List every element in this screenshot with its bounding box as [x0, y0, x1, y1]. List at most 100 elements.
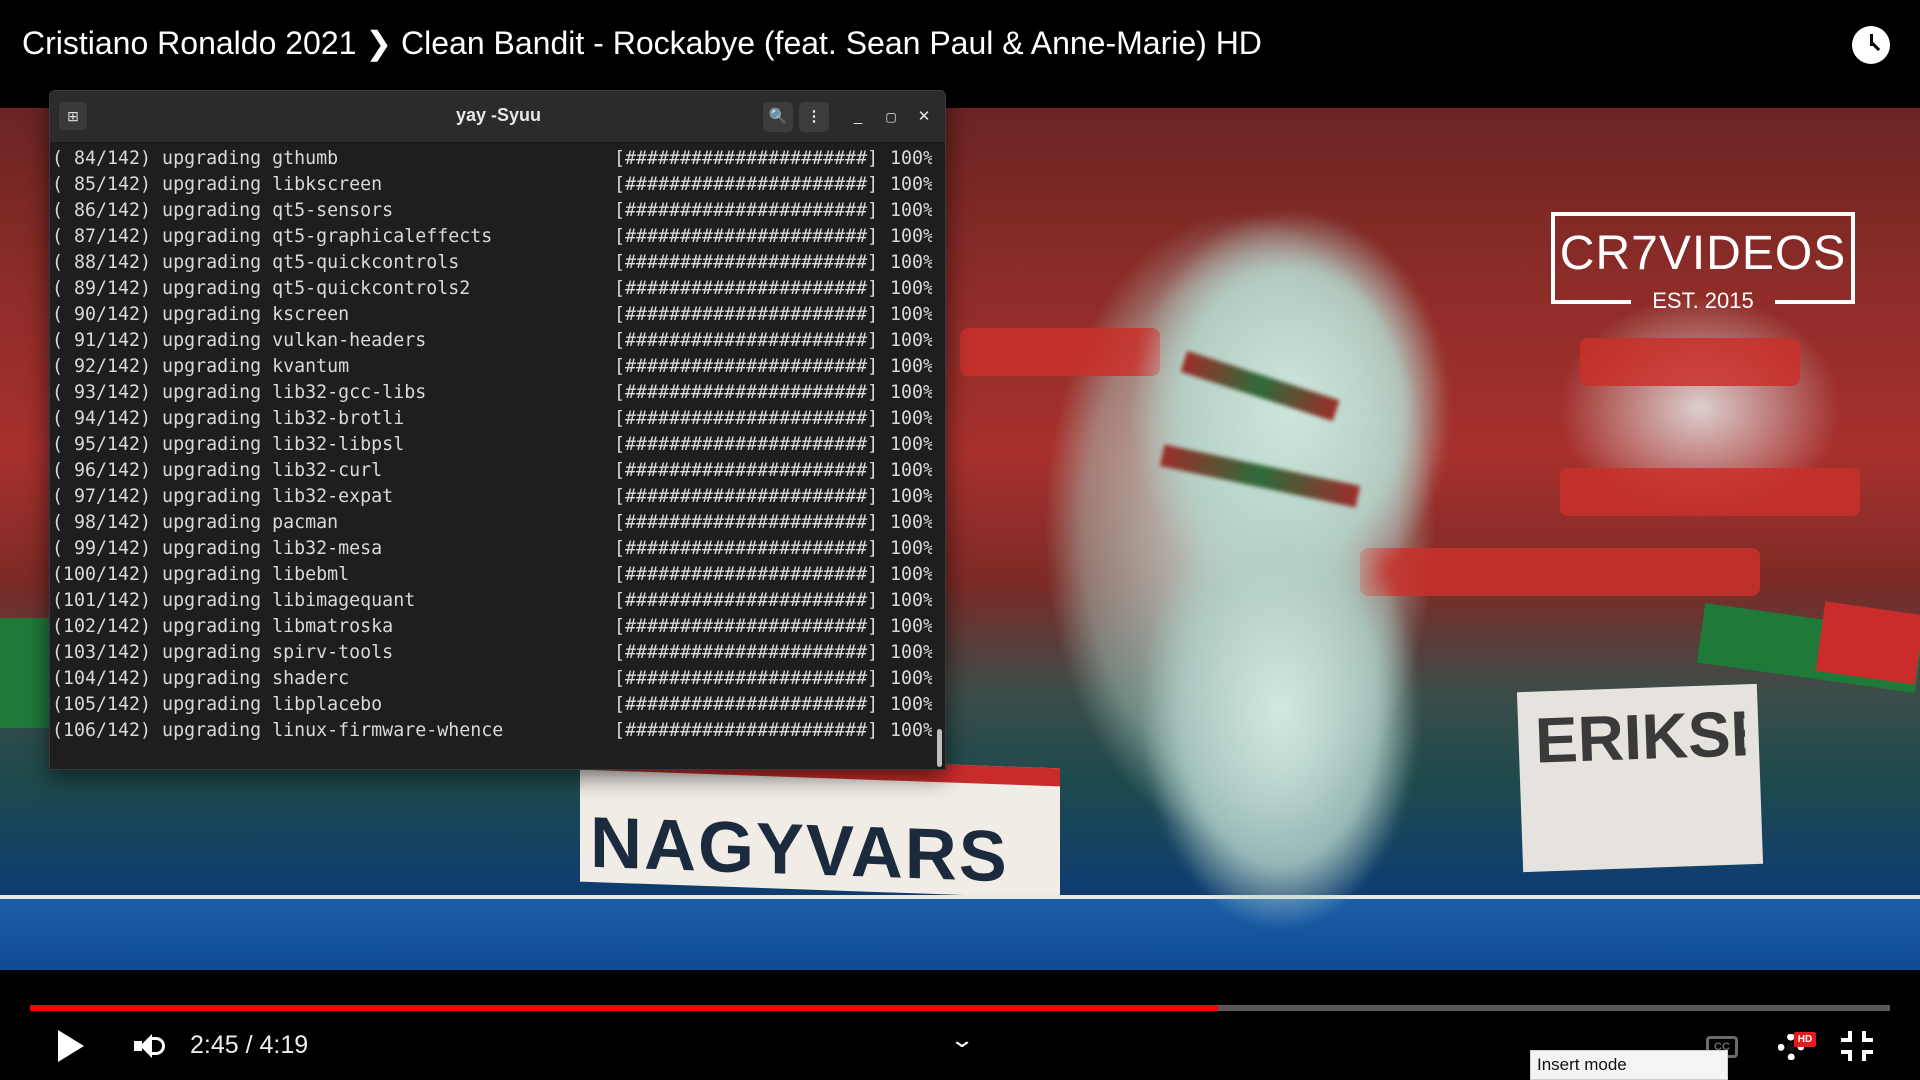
seek-bar-played [30, 1005, 1218, 1011]
terminal-line: ( 97/142) upgrading lib32-expat [########… [52, 484, 932, 510]
progress-bar-text: [######################] [614, 590, 879, 611]
terminal-line: ( 87/142) upgrading qt5-graphicaleffects… [52, 224, 932, 250]
ad-board [0, 895, 1920, 970]
package-status: ( 96/142) upgrading lib32-curl [52, 460, 383, 481]
progress-bar-text: [######################] [614, 382, 879, 403]
progress-percent: 100% [890, 590, 932, 611]
terminal-line: ( 94/142) upgrading lib32-brotli [#######… [52, 406, 932, 432]
progress-bar-text: [######################] [614, 486, 879, 507]
terminal-line: ( 96/142) upgrading lib32-curl [#########… [52, 458, 932, 484]
exit-fullscreen-icon[interactable] [1841, 1031, 1873, 1061]
terminal-output[interactable]: ( 84/142) upgrading gthumb [#############… [52, 146, 932, 764]
package-status: ( 99/142) upgrading lib32-mesa [52, 538, 383, 559]
progress-percent: 100% [890, 148, 932, 169]
terminal-window[interactable]: ⊞ yay -Syuu 🔍 ⋮ _ ▢ ✕ ( 84/142) upgradin… [49, 90, 946, 770]
progress-percent: 100% [890, 434, 932, 455]
maximize-icon[interactable]: ▢ [876, 102, 906, 132]
progress-percent: 100% [890, 252, 932, 273]
progress-bar-text: [######################] [614, 330, 879, 351]
package-status: (105/142) upgrading libplacebo [52, 694, 383, 715]
footballer-figure [1130, 150, 1450, 970]
play-icon[interactable] [58, 1030, 84, 1062]
package-status: (104/142) upgrading shaderc [52, 668, 350, 689]
package-status: (101/142) upgrading libimagequant [52, 590, 416, 611]
progress-percent: 100% [890, 408, 932, 429]
progress-bar-text: [######################] [614, 174, 879, 195]
package-status: ( 86/142) upgrading qt5-sensors [52, 200, 394, 221]
minimize-icon[interactable]: _ [843, 102, 873, 132]
terminal-line: (106/142) upgrading linux-firmware-whenc… [52, 718, 932, 744]
progress-percent: 100% [890, 642, 932, 663]
chevron-down-icon[interactable]: ⌄ [948, 1029, 976, 1051]
package-status: ( 84/142) upgrading gthumb [52, 148, 339, 169]
watermark-subtitle: EST. 2015 [1652, 288, 1754, 313]
package-status: (102/142) upgrading libmatroska [52, 616, 394, 637]
progress-percent: 100% [890, 278, 932, 299]
progress-bar-text: [######################] [614, 148, 879, 169]
terminal-line: ( 98/142) upgrading pacman [#############… [52, 510, 932, 536]
package-status: (103/142) upgrading spirv-tools [52, 642, 394, 663]
terminal-header-bar[interactable]: ⊞ yay -Syuu 🔍 ⋮ _ ▢ ✕ [50, 91, 945, 143]
package-status: ( 93/142) upgrading lib32-gcc-libs [52, 382, 427, 403]
progress-percent: 100% [890, 564, 932, 585]
progress-percent: 100% [890, 512, 932, 533]
progress-percent: 100% [890, 720, 932, 741]
progress-bar-text: [######################] [614, 200, 879, 221]
package-status: ( 85/142) upgrading libkscreen [52, 174, 383, 195]
package-status: ( 88/142) upgrading qt5-quickcontrols [52, 252, 460, 273]
progress-bar-text: [######################] [614, 226, 879, 247]
progress-percent: 100% [890, 356, 932, 377]
time-display: 2:45 / 4:19 [190, 1031, 309, 1059]
watermark-title: CR7VIDEOS [1559, 227, 1847, 280]
board-text: ERIKSE [1533, 696, 1747, 777]
progress-bar-text: [######################] [614, 356, 879, 377]
terminal-line: (104/142) upgrading shaderc [############… [52, 666, 932, 692]
progress-bar-text: [######################] [614, 694, 879, 715]
volume-icon[interactable] [134, 1032, 166, 1060]
progress-percent: 100% [890, 486, 932, 507]
terminal-line: ( 93/142) upgrading lib32-gcc-libs [#####… [52, 380, 932, 406]
progress-bar-text: [######################] [614, 252, 879, 273]
progress-bar-text: [######################] [614, 434, 879, 455]
progress-bar-text: [######################] [614, 278, 879, 299]
package-status: ( 95/142) upgrading lib32-libpsl [52, 434, 405, 455]
package-status: ( 92/142) upgrading kvantum [52, 356, 350, 377]
progress-percent: 100% [890, 330, 932, 351]
watch-later-clock-icon[interactable] [1852, 26, 1890, 64]
progress-percent: 100% [890, 616, 932, 637]
terminal-line: ( 95/142) upgrading lib32-libpsl [#######… [52, 432, 932, 458]
progress-percent: 100% [890, 382, 932, 403]
terminal-line: ( 86/142) upgrading qt5-sensors [########… [52, 198, 932, 224]
progress-percent: 100% [890, 538, 932, 559]
progress-percent: 100% [890, 460, 932, 481]
progress-bar-text: [######################] [614, 512, 879, 533]
terminal-line: ( 84/142) upgrading gthumb [#############… [52, 146, 932, 172]
progress-percent: 100% [890, 304, 932, 325]
insert-mode-indicator: Insert mode [1530, 1050, 1728, 1080]
banner-text: NAGYVARS [590, 802, 1009, 898]
terminal-line: (103/142) upgrading spirv-tools [########… [52, 640, 932, 666]
package-status: (100/142) upgrading libebml [52, 564, 350, 585]
terminal-line: ( 88/142) upgrading qt5-quickcontrols [##… [52, 250, 932, 276]
progress-percent: 100% [890, 668, 932, 689]
progress-bar-text: [######################] [614, 408, 879, 429]
menu-kebab-icon[interactable]: ⋮ [799, 102, 829, 132]
close-icon[interactable]: ✕ [909, 102, 939, 132]
video-title[interactable]: Cristiano Ronaldo 2021 ❯ Clean Bandit - … [22, 24, 1802, 62]
progress-bar-text: [######################] [614, 668, 879, 689]
terminal-line: ( 99/142) upgrading lib32-mesa [#########… [52, 536, 932, 562]
package-status: ( 98/142) upgrading pacman [52, 512, 339, 533]
progress-bar-text: [######################] [614, 304, 879, 325]
terminal-scrollbar[interactable] [937, 729, 942, 767]
package-status: (106/142) upgrading linux-firmware-whenc… [52, 720, 504, 741]
terminal-line: ( 89/142) upgrading qt5-quickcontrols2 [#… [52, 276, 932, 302]
progress-percent: 100% [890, 694, 932, 715]
package-status: ( 91/142) upgrading vulkan-headers [52, 330, 427, 351]
package-status: ( 94/142) upgrading lib32-brotli [52, 408, 405, 429]
seek-bar[interactable] [30, 1005, 1890, 1011]
progress-percent: 100% [890, 174, 932, 195]
package-status: ( 90/142) upgrading kscreen [52, 304, 350, 325]
search-icon[interactable]: 🔍 [763, 102, 793, 132]
stadium-seats [1580, 338, 1800, 386]
terminal-line: (101/142) upgrading libimagequant [######… [52, 588, 932, 614]
